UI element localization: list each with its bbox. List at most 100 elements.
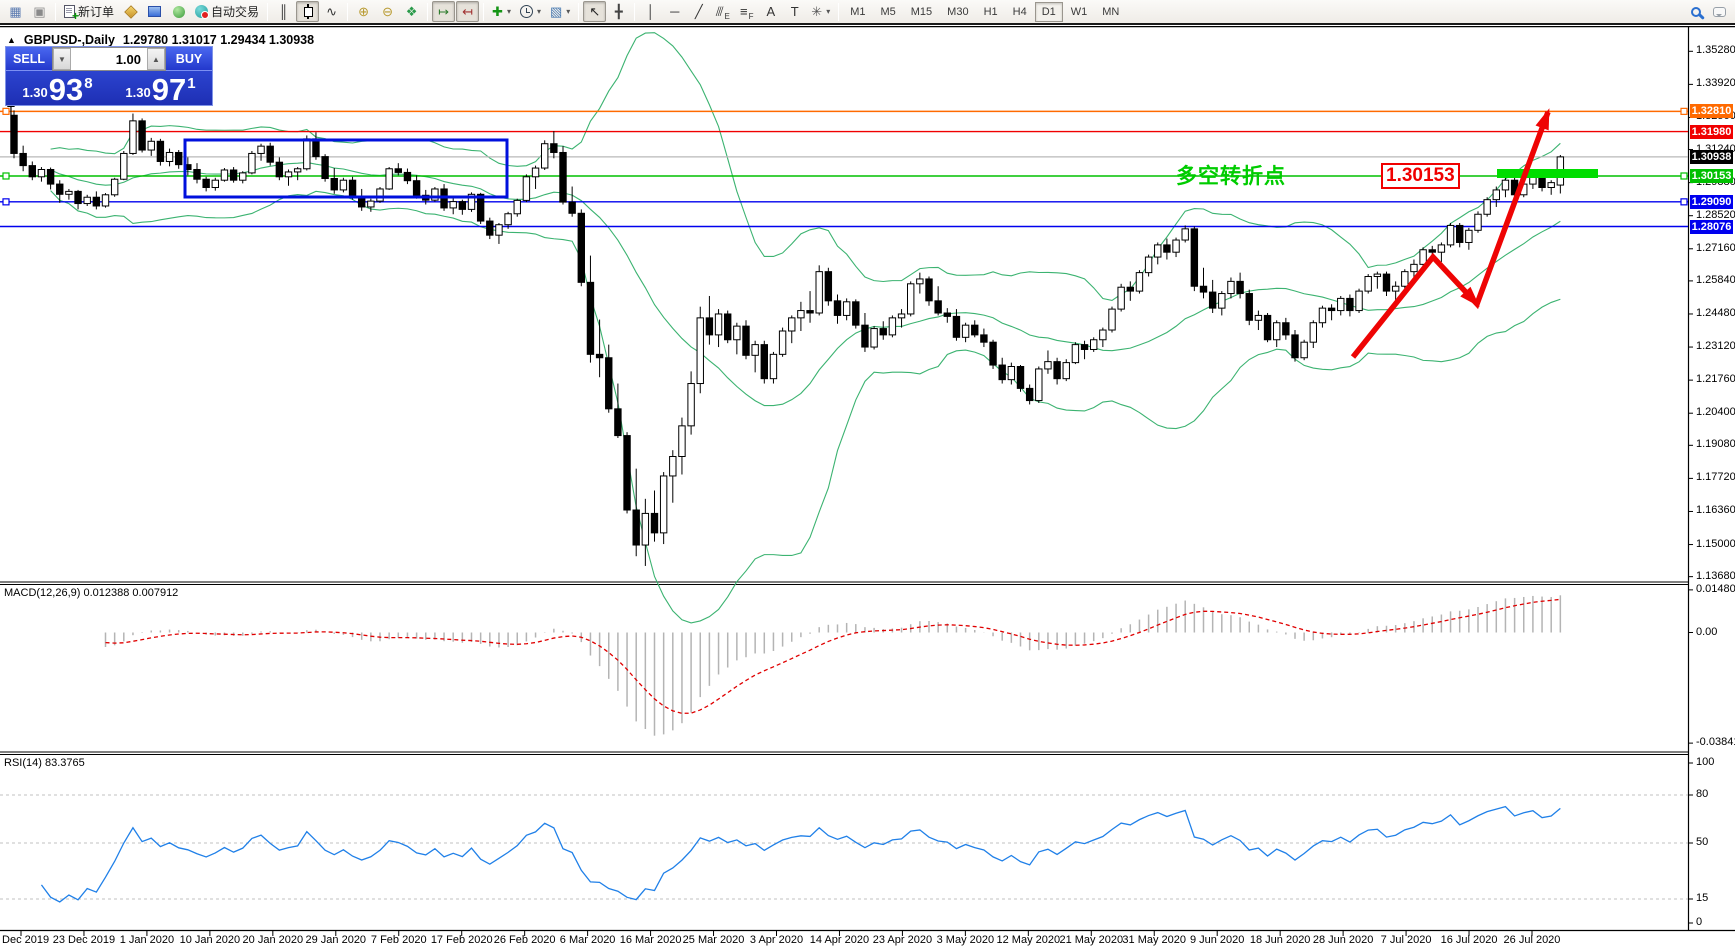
price-tag-1.28076[interactable]: 1.28076: [1690, 220, 1733, 234]
ask-price[interactable]: 1.30 97 1: [109, 71, 212, 106]
new-order-button[interactable]: 新订单: [60, 1, 118, 22]
toolbar-separator: [55, 3, 56, 21]
autotrading-button[interactable]: 自动交易: [191, 1, 263, 22]
timeframe-mn[interactable]: MN: [1095, 2, 1126, 22]
new-order-button-label: 新订单: [78, 3, 114, 20]
price-tag-1.29090[interactable]: 1.29090: [1690, 195, 1733, 209]
bar-chart-icon[interactable]: ║: [272, 1, 295, 22]
sell-button[interactable]: SELL: [6, 47, 52, 71]
timeframe-m5[interactable]: M5: [873, 2, 902, 22]
volume-up-button[interactable]: ▲: [147, 48, 165, 70]
fibonacci-icon[interactable]: ≡F: [735, 1, 758, 22]
volume-value[interactable]: 1.00: [71, 48, 147, 70]
templates-icon[interactable]: ▧▾: [546, 1, 574, 22]
collapse-icon[interactable]: ▲: [7, 35, 16, 45]
metaeditor-icon[interactable]: [119, 1, 142, 22]
data-window-icon[interactable]: ▣: [28, 1, 51, 22]
templates-icon-dropdown[interactable]: ▾: [566, 7, 570, 16]
vertical-line-icon[interactable]: │: [639, 1, 662, 22]
arrows-icon-glyph: ✳: [811, 5, 822, 18]
indicators-icon-dropdown[interactable]: ▾: [507, 7, 511, 16]
timeframe-m15[interactable]: M15: [904, 2, 939, 22]
line-chart-icon[interactable]: ∿: [320, 1, 343, 22]
price-tag-1.31980[interactable]: 1.31980: [1690, 125, 1733, 139]
market-watch-icon[interactable]: ▦: [4, 1, 27, 22]
search-icon[interactable]: [1684, 1, 1707, 22]
equidistant-channel-icon-glyph: ⫻: [716, 5, 724, 18]
price-tick-label: 1.24480: [1696, 307, 1735, 319]
periods-icon[interactable]: ▾: [516, 1, 545, 22]
timeframe-h4[interactable]: H4: [1006, 2, 1034, 22]
timeframe-d1[interactable]: D1: [1035, 2, 1063, 22]
crosshair-icon[interactable]: ╋: [607, 1, 630, 22]
price-tick-label: 1.27160: [1696, 242, 1735, 254]
price-tag-1.32810[interactable]: 1.32810: [1690, 104, 1733, 118]
timeframe-w1[interactable]: W1: [1064, 2, 1095, 22]
chart-window[interactable]: ▲ GBPUSD-,Daily 1.29780 1.31017 1.29434 …: [0, 26, 1735, 949]
tile-windows-icon[interactable]: ❖: [400, 1, 423, 22]
zoom-out-icon[interactable]: ⊖: [376, 1, 399, 22]
new-order-glyph: [64, 5, 75, 18]
candlestick-chart-icon[interactable]: [296, 1, 319, 22]
bid-price[interactable]: 1.30 93 8: [6, 71, 109, 106]
text-label-icon[interactable]: T: [783, 1, 806, 22]
green-highlight-bar[interactable]: [1497, 169, 1598, 178]
auto-scroll-icon[interactable]: ↦: [432, 1, 455, 22]
date-label: 3 Dec 2019: [0, 934, 49, 946]
cursor-icon[interactable]: ↖: [583, 1, 606, 22]
macd-histogram: [106, 595, 1561, 735]
price-callout-label[interactable]: 1.30153: [1381, 163, 1460, 189]
volume-down-button[interactable]: ▼: [53, 48, 71, 70]
chart-canvas[interactable]: [0, 26, 1735, 949]
date-label: 23 Apr 2020: [873, 934, 932, 946]
price-tag-1.30153[interactable]: 1.30153: [1690, 169, 1733, 183]
arrows-icon[interactable]: ✳▾: [807, 1, 834, 22]
chart-shift-icon[interactable]: ↤: [456, 1, 479, 22]
equidistant-channel-icon[interactable]: ⫻E: [711, 1, 734, 22]
zoom-in-icon[interactable]: ⊕: [352, 1, 375, 22]
date-label: 10 Jan 2020: [180, 934, 241, 946]
volume-stepper: ▼ 1.00 ▲: [52, 47, 166, 71]
ask-pips: 97: [152, 76, 186, 104]
chart-shift-icon-glyph: ↤: [462, 5, 473, 18]
zoom-in-icon-glyph: ⊕: [358, 5, 369, 18]
price-tick-label: 1.25840: [1696, 274, 1735, 286]
signals-icon[interactable]: [167, 1, 190, 22]
date-label: 17 Feb 2020: [431, 934, 493, 946]
periods-icon-dropdown[interactable]: ▾: [537, 7, 541, 16]
templates-icon-glyph: ▧: [550, 5, 562, 18]
timeframe-m30[interactable]: M30: [940, 2, 975, 22]
crosshair-icon-glyph: ╋: [615, 5, 623, 18]
price-tick-label: 1.16360: [1696, 504, 1735, 516]
fibonacci-icon-sub: F: [749, 12, 754, 21]
date-label: 12 May 2020: [997, 934, 1061, 946]
chat-icon[interactable]: [1708, 1, 1731, 22]
periods-icon-glyph: [520, 5, 533, 18]
horizontal-line-icon[interactable]: ─: [663, 1, 686, 22]
toolbar-separator: [347, 3, 348, 21]
cursor-icon-glyph: ↖: [589, 5, 600, 18]
bid-pipette: 8: [84, 75, 92, 92]
date-label: 26 Jul 2020: [1504, 934, 1561, 946]
ask-integer: 1.30: [125, 85, 150, 100]
market-watch-icon-glyph: ▦: [9, 5, 21, 18]
price-tick-label: 1.23120: [1696, 340, 1735, 352]
date-label: 7 Feb 2020: [371, 934, 427, 946]
signals-icon-glyph: [173, 6, 185, 18]
autotrading-glyph: [195, 5, 208, 18]
candles-layer: [11, 110, 1564, 566]
timeframe-m1[interactable]: M1: [843, 2, 872, 22]
one-click-trading-panel: SELL ▼ 1.00 ▲ BUY 1.30 93 8 1.30 97 1: [5, 46, 213, 106]
timeframe-h1[interactable]: H1: [977, 2, 1005, 22]
indicators-icon[interactable]: ✚▾: [488, 1, 515, 22]
main-toolbar: ▦▣新订单自动交易║∿⊕⊖❖↦↤✚▾▾▧▾↖╋│─╱⫻E≡FAT✳▾M1M5M1…: [0, 0, 1735, 25]
horizontal-line-icon-glyph: ─: [670, 5, 679, 18]
expert-advisors-icon[interactable]: [143, 1, 166, 22]
text-icon[interactable]: A: [759, 1, 782, 22]
buy-button[interactable]: BUY: [166, 47, 212, 71]
trendline-icon[interactable]: ╱: [687, 1, 710, 22]
bar-chart-icon-glyph: ║: [279, 5, 288, 18]
price-tick-label: 1.33920: [1696, 77, 1735, 89]
price-tag-1.30938: 1.30938: [1690, 150, 1733, 164]
arrows-icon-dropdown[interactable]: ▾: [826, 7, 830, 16]
